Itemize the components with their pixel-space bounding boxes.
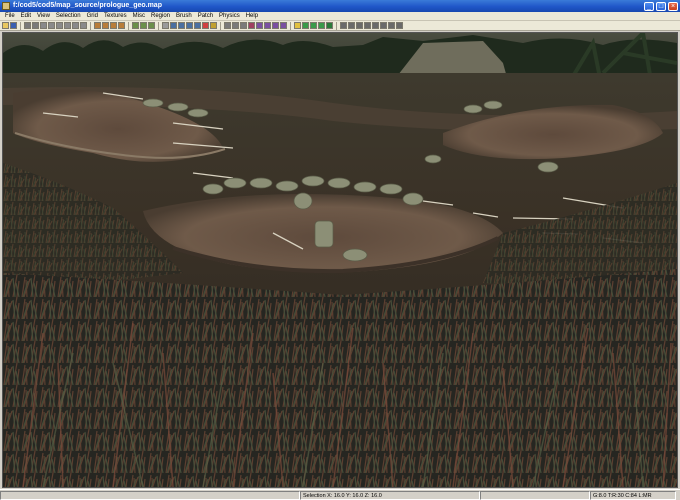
toolbar-separator (220, 21, 221, 30)
csg-subtract-icon[interactable] (132, 22, 139, 29)
menu-help[interactable]: Help (243, 12, 261, 20)
foreground-grass (3, 269, 677, 487)
brush-icon[interactable] (364, 22, 371, 29)
rotate-y-icon[interactable] (72, 22, 79, 29)
terrain-scene[interactable] (3, 33, 677, 487)
status-bar: Selection X: 16.0 Y: 16.0 Z: 16.0 G:8.0 … (0, 489, 680, 500)
toolbar-separator (158, 21, 159, 30)
title-bar[interactable]: f:/cod5/cod5/map_source/prologue_geo.map… (0, 0, 680, 12)
select-inside-icon[interactable] (102, 22, 109, 29)
entity-view-icon[interactable] (202, 22, 209, 29)
menu-misc[interactable]: Misc (130, 12, 148, 20)
font-icon[interactable] (388, 22, 395, 29)
filter-icon[interactable] (302, 22, 309, 29)
minimize-button[interactable]: _ (644, 1, 654, 11)
toolbar-separator (336, 21, 337, 30)
free-rotation-icon[interactable] (210, 22, 217, 29)
menu-file[interactable]: File (2, 12, 18, 20)
flip-y-icon[interactable] (48, 22, 55, 29)
grid-icon[interactable] (356, 22, 363, 29)
select-partial-icon[interactable] (118, 22, 125, 29)
maximize-button[interactable]: □ (656, 1, 666, 11)
change-views-icon[interactable] (170, 22, 177, 29)
menu-physics[interactable]: Physics (216, 12, 243, 20)
toolbar-separator (90, 21, 91, 30)
scale-icon[interactable] (224, 22, 231, 29)
drag-edge-icon[interactable] (232, 22, 239, 29)
menu-view[interactable]: View (34, 12, 53, 20)
menu-edit[interactable]: Edit (18, 12, 34, 20)
menu-brush[interactable]: Brush (173, 12, 195, 20)
status-spacer (480, 490, 590, 500)
open-icon[interactable] (2, 22, 9, 29)
sun-icon[interactable] (318, 22, 325, 29)
split-icon[interactable] (348, 22, 355, 29)
save-icon[interactable] (10, 22, 17, 29)
camera-viewport[interactable] (2, 32, 678, 488)
cubic-clip-icon[interactable] (186, 22, 193, 29)
patch-delete-icon[interactable] (264, 22, 271, 29)
patch-insert-icon[interactable] (256, 22, 263, 29)
path-icon[interactable] (372, 22, 379, 29)
menu-selection[interactable]: Selection (53, 12, 84, 20)
hollow-icon[interactable] (148, 22, 155, 29)
window-title: f:/cod5/cod5/map_source/prologue_geo.map (13, 2, 162, 9)
clipper-icon[interactable] (162, 22, 169, 29)
status-message (0, 490, 300, 500)
status-grid: G:8.0 T:R:30 C:84 L:MR (590, 490, 676, 500)
tree-icon[interactable] (326, 22, 333, 29)
close-button[interactable]: × (668, 1, 678, 11)
undo-icon[interactable] (24, 22, 31, 29)
csg-merge-icon[interactable] (140, 22, 147, 29)
menu-patch[interactable]: Patch (195, 12, 216, 20)
flip-z-icon[interactable] (56, 22, 63, 29)
toolbar-separator (128, 21, 129, 30)
select-complete-icon[interactable] (94, 22, 101, 29)
menu-bar: File Edit View Selection Grid Textures Misc Reg… (0, 12, 680, 21)
flip-x-icon[interactable] (40, 22, 47, 29)
drag-vertex-icon[interactable] (240, 22, 247, 29)
rotate-x-icon[interactable] (64, 22, 71, 29)
camera-icon[interactable] (194, 22, 201, 29)
model-icon[interactable] (310, 22, 317, 29)
toolbar-separator (290, 21, 291, 30)
radiant-window: f:/cod5/cod5/map_source/prologue_geo.map… (0, 0, 680, 500)
light-preview-icon[interactable] (294, 22, 301, 29)
rotate-z-icon[interactable] (80, 22, 87, 29)
help-icon[interactable] (396, 22, 403, 29)
menu-grid[interactable]: Grid (84, 12, 101, 20)
texture-view-icon[interactable] (178, 22, 185, 29)
app-icon (2, 2, 10, 10)
toolbar (0, 21, 680, 31)
menu-region[interactable]: Region (148, 12, 173, 20)
menu-textures[interactable]: Textures (101, 12, 130, 20)
patch-bend-icon[interactable] (248, 22, 255, 29)
select-touching-icon[interactable] (110, 22, 117, 29)
texture-lock-icon[interactable] (380, 22, 387, 29)
status-selection: Selection X: 16.0 Y: 16.0 Z: 16.0 (300, 490, 480, 500)
weld-icon[interactable] (340, 22, 347, 29)
redo-icon[interactable] (32, 22, 39, 29)
patch-select-icon[interactable] (280, 22, 287, 29)
toolbar-separator (20, 21, 21, 30)
patch-show-icon[interactable] (272, 22, 279, 29)
